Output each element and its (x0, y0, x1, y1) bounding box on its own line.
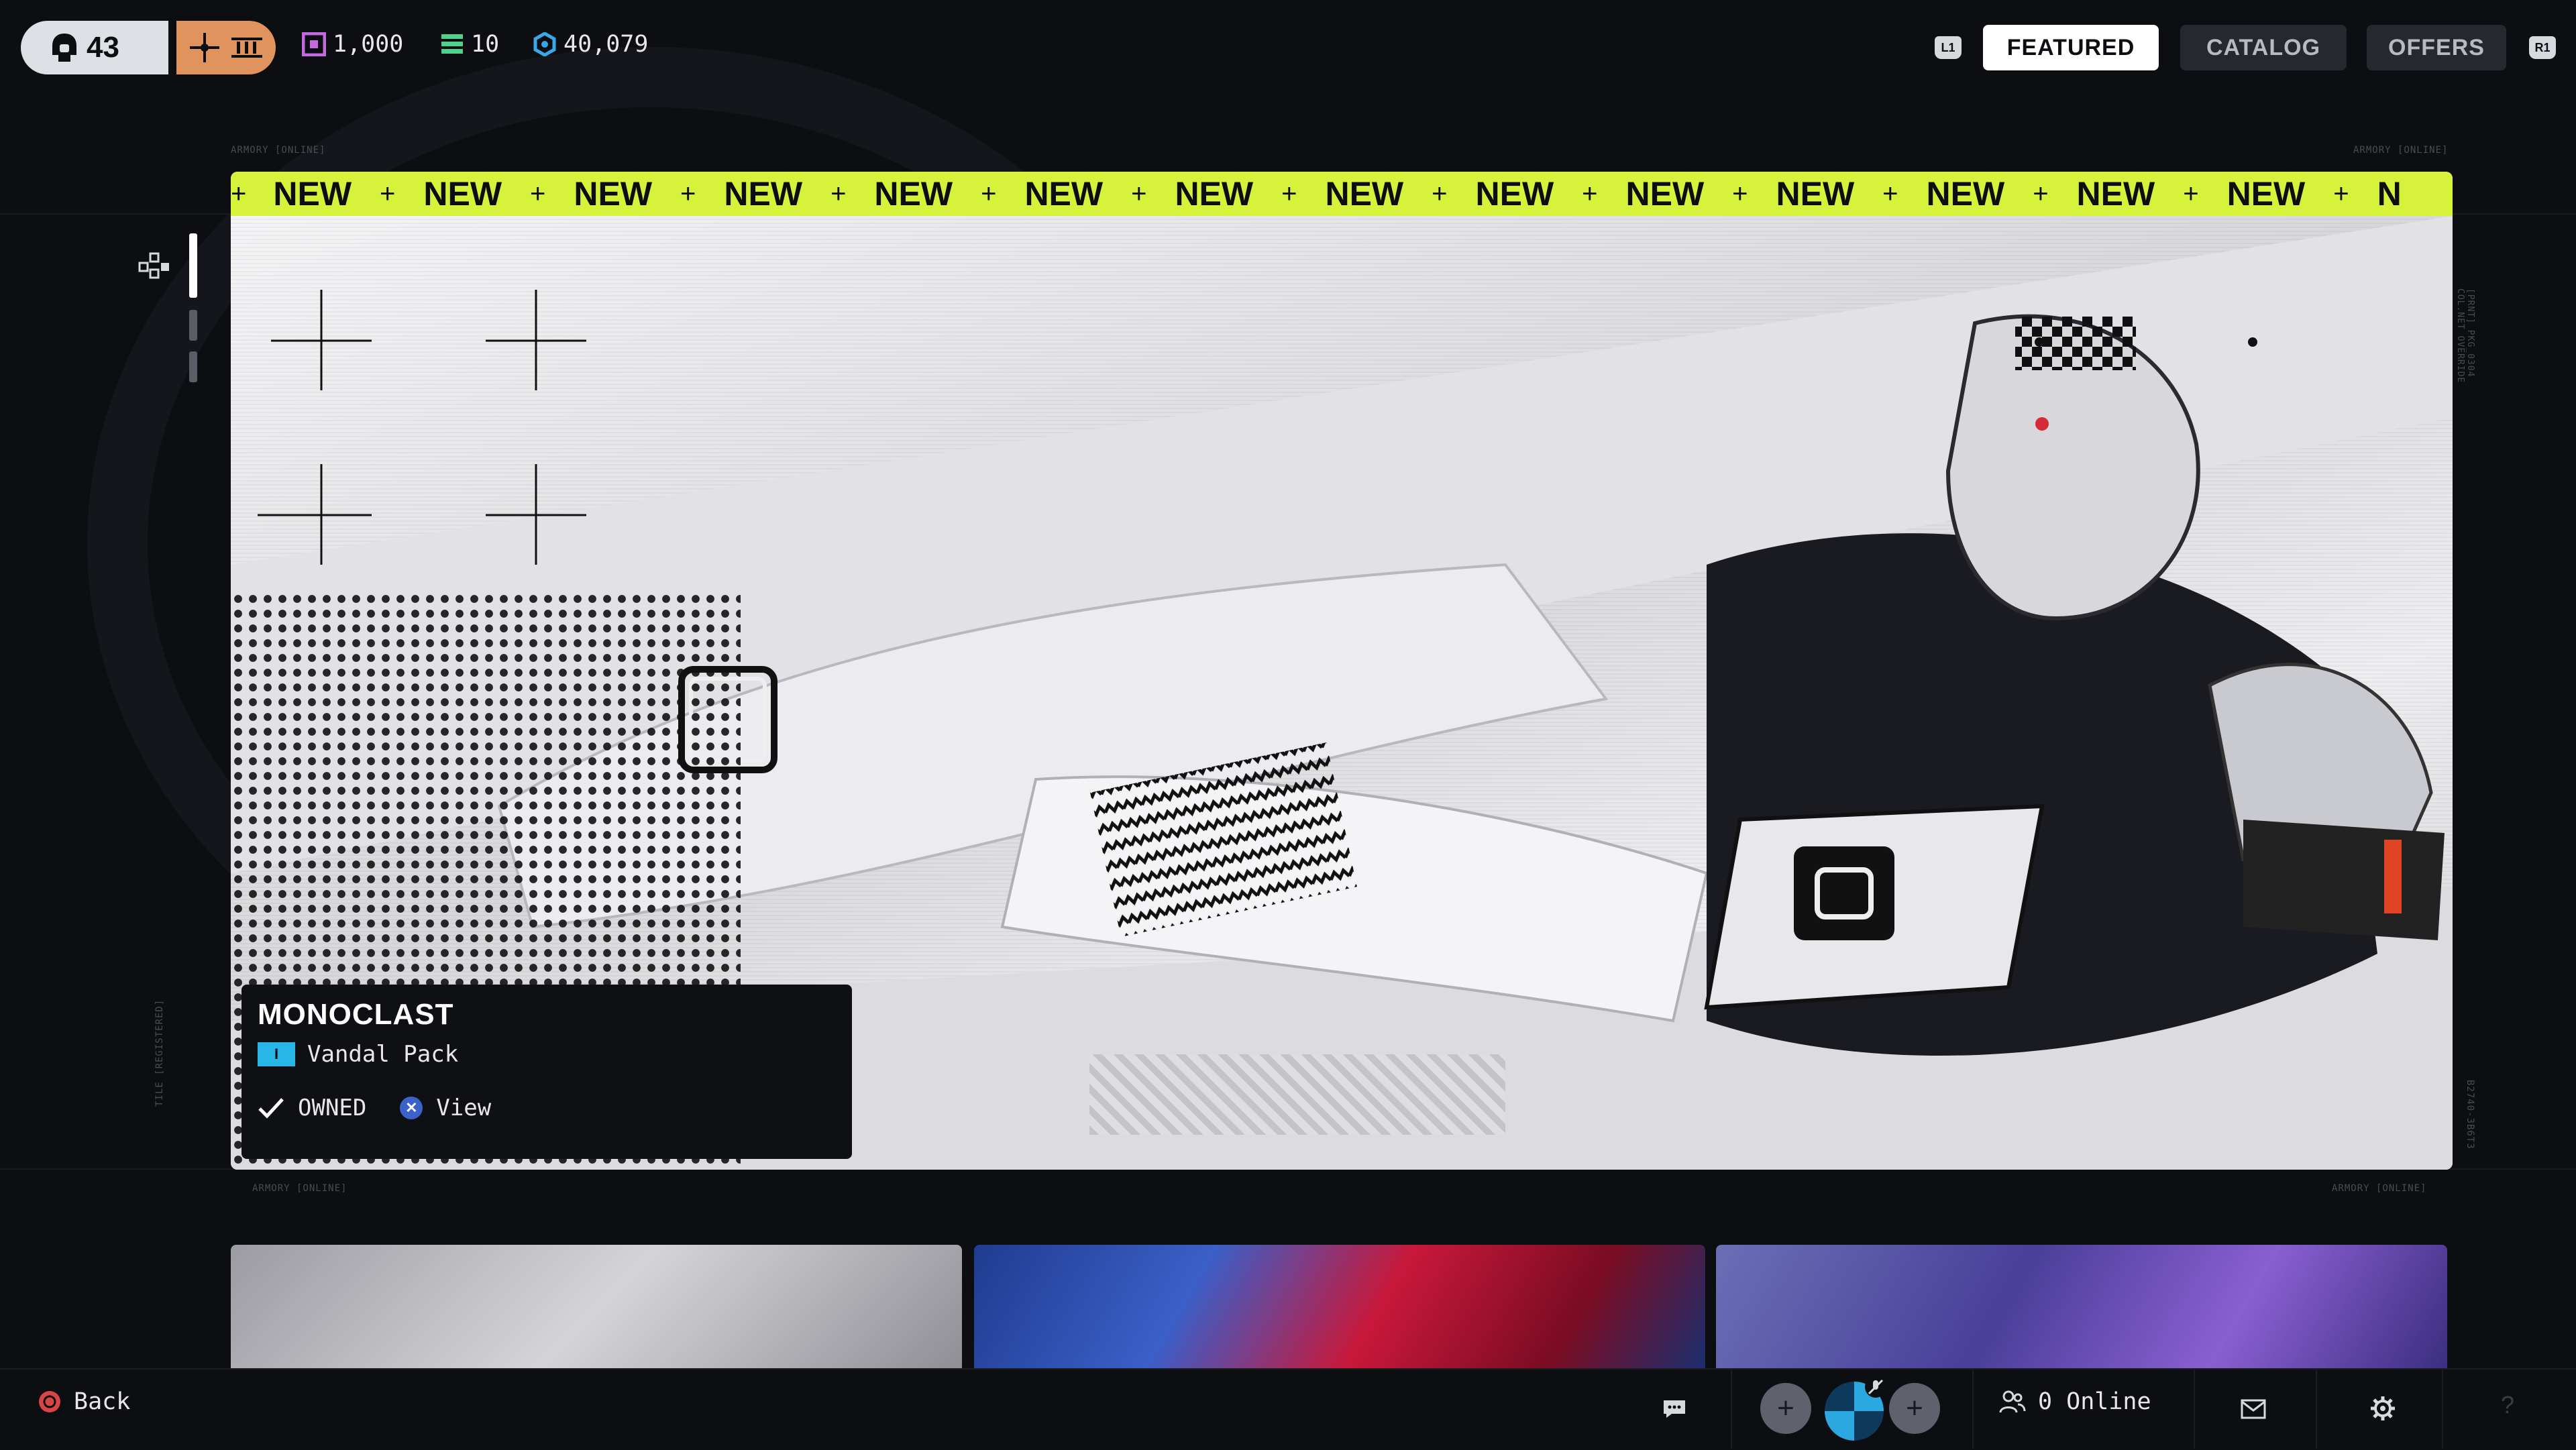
ticker-plus-icon: + (1882, 178, 1898, 209)
add-party-slot-button[interactable]: + (1760, 1383, 1811, 1434)
ticker-word: NEW (1776, 175, 1855, 213)
ticker-word: NEW (574, 175, 653, 213)
ticker-plus-icon: + (2333, 178, 2349, 209)
page-indicator-active[interactable] (189, 233, 197, 298)
ticker-plus-icon: + (1131, 178, 1147, 209)
divider (2442, 1368, 2443, 1449)
featured-thumbnail[interactable] (1716, 1245, 2447, 1372)
gear-icon[interactable] (2369, 1395, 2396, 1422)
ticker-word: NEW (273, 175, 352, 213)
ticker-word: NEW (1625, 175, 1705, 213)
ticker-plus-icon: + (231, 178, 247, 209)
plus-icon: + (1906, 1392, 1923, 1425)
item-info-card[interactable]: MONOCLAST I Vandal Pack OWNED ✕ View (241, 985, 852, 1159)
no-mic-icon (1865, 1376, 1886, 1398)
currency-coins: 40,079 (533, 31, 648, 58)
tab-offers[interactable]: OFFERS (2367, 25, 2506, 70)
l1-shoulder-icon: L1 (1935, 36, 1962, 59)
divider (2194, 1368, 2195, 1449)
ticker-word: N (2377, 175, 2402, 213)
page-indicator[interactable] (189, 310, 197, 341)
controller-icon (138, 252, 169, 279)
cross-button-icon: ✕ (400, 1097, 423, 1119)
online-count: 0 Online (2038, 1388, 2151, 1415)
currency-stack-tokens: 10 (440, 31, 499, 58)
currency-square-tokens: 1,000 (302, 31, 403, 58)
frame-side-label: B2740-3B6T3 (2465, 1080, 2475, 1150)
ticker-plus-icon: + (530, 178, 546, 209)
frame-label: ARMORY [ONLINE] (2332, 1183, 2427, 1194)
tier-three-icon (231, 38, 262, 58)
currency-value: 1,000 (333, 31, 404, 58)
divider (1972, 1368, 1974, 1449)
player-level[interactable]: 43 (21, 21, 168, 74)
ticker-word: NEW (874, 175, 953, 213)
view-action[interactable]: View (436, 1095, 491, 1121)
ticker-word: NEW (2076, 175, 2155, 213)
ticker-plus-icon: + (680, 178, 696, 209)
item-name: MONOCLAST (258, 998, 454, 1031)
ticker-plus-icon: + (1732, 178, 1748, 209)
stripe-decoration (1089, 1054, 1505, 1135)
currency-value: 40,079 (564, 31, 649, 58)
ticker-word: NEW (2226, 175, 2306, 213)
plus-icon: + (1777, 1392, 1794, 1425)
ticker-word: NEW (1475, 175, 1554, 213)
ticker-word: NEW (1024, 175, 1104, 213)
featured-item-panel[interactable]: + NEW + NEW + NEW + NEW + NEW + NEW + NEW + NEW + NEW + NEW… (231, 172, 2453, 1170)
battle-pass-tier[interactable] (176, 21, 276, 74)
level-number: 43 (87, 31, 119, 64)
item-pack-name: Vandal Pack (307, 1041, 459, 1068)
new-ticker: + NEW + NEW + NEW + NEW + NEW + NEW + NEW + NEW + NEW + NEW… (231, 172, 2453, 216)
frame-side-label: [PRNT] PKG_0304 COL.NET OVERRIDE (2455, 288, 2475, 384)
ticker-word: NEW (423, 175, 502, 213)
ticker-plus-icon: + (981, 178, 997, 209)
friends-icon (1999, 1390, 2026, 1413)
helmet-icon (52, 34, 76, 62)
ticker-plus-icon: + (1582, 178, 1598, 209)
frame-side-label: TILE [REGISTERED] (154, 999, 165, 1107)
help-icon[interactable]: ? (2501, 1391, 2514, 1419)
item-actions: OWNED ✕ View (258, 1095, 836, 1121)
tab-featured[interactable]: FEATURED (1983, 25, 2159, 70)
frame-label: ARMORY [ONLINE] (2353, 145, 2449, 156)
square-token-icon (302, 32, 326, 56)
owned-status: OWNED (298, 1095, 367, 1121)
ticker-word: NEW (1926, 175, 2005, 213)
ticker-word: NEW (724, 175, 803, 213)
r1-shoulder-icon: R1 (2529, 36, 2556, 59)
ticker-plus-icon: + (2183, 178, 2199, 209)
tab-catalog[interactable]: CATALOG (2180, 25, 2347, 70)
item-pack-row: I Vandal Pack (258, 1041, 836, 1068)
mail-icon[interactable] (2241, 1399, 2266, 1419)
circle-button-icon (39, 1391, 60, 1412)
online-friends[interactable]: 0 Online (1999, 1388, 2151, 1415)
add-party-slot-button[interactable]: + (1889, 1383, 1940, 1434)
featured-thumbnail[interactable] (231, 1245, 962, 1372)
hex-coin-icon (533, 32, 556, 56)
frame-label: ARMORY [ONLINE] (252, 1183, 347, 1194)
ticker-plus-icon: + (1281, 178, 1297, 209)
crosshair-icon (190, 33, 219, 62)
bottom-bar (0, 1368, 2576, 1450)
currency-value: 10 (471, 31, 500, 58)
frame-label: ARMORY [ONLINE] (231, 145, 326, 156)
back-label: Back (74, 1388, 131, 1415)
ticker-plus-icon: + (1432, 178, 1448, 209)
divider (2316, 1368, 2317, 1449)
ticker-word: NEW (1325, 175, 1404, 213)
ticker-plus-icon: + (2033, 178, 2049, 209)
check-icon (258, 1098, 284, 1119)
stack-token-icon (441, 34, 463, 54)
ticker-word: NEW (1175, 175, 1254, 213)
player-avatar[interactable] (1822, 1376, 1886, 1443)
chat-icon[interactable] (1662, 1399, 1686, 1419)
divider (1731, 1368, 1732, 1449)
back-button[interactable]: Back (38, 1388, 130, 1415)
page-indicator[interactable] (189, 351, 197, 382)
featured-thumbnail[interactable] (974, 1245, 1705, 1372)
rarity-badge: I (258, 1042, 295, 1066)
ticker-plus-icon: + (380, 178, 396, 209)
ticker-plus-icon: + (830, 178, 847, 209)
